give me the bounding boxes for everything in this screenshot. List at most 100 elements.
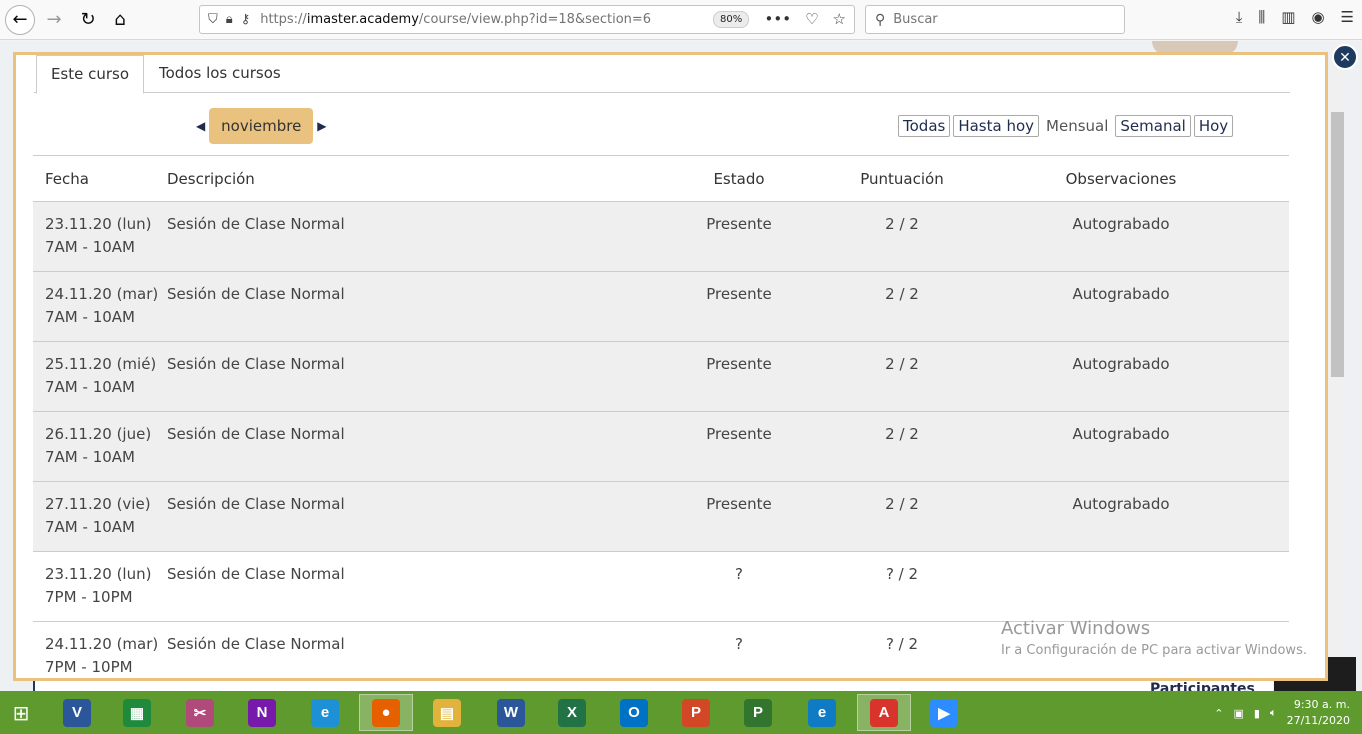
home-button[interactable]: ⌂ (105, 5, 135, 35)
forward-button[interactable]: → (39, 5, 69, 35)
prev-month-icon[interactable]: ◀ (196, 119, 205, 133)
taskbar-app-pdf-reader[interactable]: A (857, 694, 911, 731)
row-score: 2 / 2 (885, 425, 919, 443)
search-bar[interactable]: ⚲ Buscar (865, 5, 1125, 34)
table-row: 25.11.20 (mié) 7AM - 10AM Sesión de Clase … (33, 342, 1289, 412)
table-row: 23.11.20 (lun) 7PM - 10PM Sesión de Clase … (33, 552, 1289, 622)
taskbar-app-onenote[interactable]: N (235, 694, 289, 731)
pocket-icon[interactable]: ♡ (805, 10, 818, 28)
attendance-table: Fecha Descripción Estado Puntuación Obse… (33, 155, 1289, 678)
row-status: Presente (706, 285, 772, 303)
table-body: 23.11.20 (lun) 7AM - 10AM Sesión de Clase … (33, 202, 1289, 678)
url-text: https://imaster.academy/course/view.php?… (260, 12, 652, 27)
view-until-today-button[interactable]: Hasta hoy (953, 115, 1040, 137)
search-icon: ⚲ (875, 11, 886, 28)
view-all-button[interactable]: Todas (898, 115, 951, 137)
row-notes: Autograbado (1072, 285, 1170, 303)
time-range: 7AM - 10AM (45, 238, 135, 256)
date-text: 26.11.20 (jue) (45, 425, 152, 443)
date-text: 27.11.20 (vie) (45, 495, 151, 513)
table-header: Fecha Descripción Estado Puntuación Obse… (33, 155, 1289, 202)
bookmark-star-icon[interactable]: ☆ (833, 10, 846, 28)
row-score: 2 / 2 (885, 495, 919, 513)
row-status: Presente (706, 215, 772, 233)
url-bar[interactable]: ⛉ 🔒︎ ⚷ https://imaster.academy/course/vi… (199, 5, 855, 34)
row-description: Sesión de Clase Normal (167, 355, 345, 373)
visio-icon: V (63, 698, 91, 727)
clock-time: 9:30 a. m. (1293, 698, 1350, 711)
taskbar-app-paint[interactable]: ✂ (173, 694, 227, 731)
next-month-icon[interactable]: ▶ (317, 119, 326, 133)
row-status: ? (735, 565, 743, 583)
row-notes: Autograbado (1072, 215, 1170, 233)
table-row: 24.11.20 (mar) 7AM - 10AM Sesión de Clase … (33, 272, 1289, 342)
zoom-level-badge[interactable]: 80% (713, 11, 750, 28)
view-filter: Todas Hasta hoy Mensual Semanal Hoy (898, 115, 1234, 137)
header-score: Puntuación (860, 170, 944, 188)
row-description: Sesión de Clase Normal (167, 635, 345, 653)
taskbar-app-word[interactable]: W (484, 694, 538, 731)
taskbar-app-edge[interactable]: e (795, 694, 849, 731)
row-description: Sesión de Clase Normal (167, 495, 345, 513)
month-navigation: ◀ noviembre ▶ (196, 108, 326, 144)
row-description: Sesión de Clase Normal (167, 425, 345, 443)
account-icon[interactable]: ◉ (1311, 8, 1324, 26)
tray-chevron-icon[interactable]: ⌃ (1214, 707, 1223, 720)
taskbar-app-project[interactable]: P (731, 694, 785, 731)
back-button[interactable]: ← (5, 4, 35, 35)
page-content-behind (33, 681, 1273, 691)
header-notes: Observaciones (1065, 170, 1177, 188)
activation-watermark: Activar Windows Ir a Configuración de PC… (1001, 618, 1307, 658)
edge-icon: e (808, 698, 836, 727)
tab-all-courses[interactable]: Todos los cursos (159, 55, 281, 94)
reload-button[interactable]: ↻ (73, 5, 103, 35)
taskbar-app-file-explorer[interactable]: ▤ (420, 694, 474, 731)
more-actions-icon[interactable]: ••• (765, 10, 792, 28)
volume-icon[interactable]: 🔈︎ (1270, 706, 1277, 720)
outlook-icon: O (620, 698, 648, 727)
taskbar-app-powerpoint[interactable]: P (669, 694, 723, 731)
reload-icon: ↻ (80, 9, 96, 30)
date-text: 23.11.20 (lun) (45, 215, 152, 233)
battery-icon[interactable]: ▮ (1254, 707, 1260, 720)
row-date: 25.11.20 (mié) 7AM - 10AM (45, 353, 156, 399)
month-button[interactable]: noviembre (209, 108, 314, 144)
scrollbar-thumb[interactable] (1331, 112, 1344, 377)
project-icon: P (744, 698, 772, 727)
taskbar-app-zoom[interactable]: ▶ (917, 694, 971, 731)
date-text: 25.11.20 (mié) (45, 355, 157, 373)
date-text: 24.11.20 (mar) (45, 635, 159, 653)
excel-icon: X (558, 698, 586, 727)
watermark-title: Activar Windows (1001, 618, 1151, 639)
clock[interactable]: 9:30 a. m. 27/11/2020 (1287, 697, 1350, 729)
date-text: 23.11.20 (lun) (45, 565, 152, 583)
row-notes: Autograbado (1072, 425, 1170, 443)
time-range: 7AM - 10AM (45, 448, 135, 466)
windows-start-icon[interactable]: ⊞ (0, 691, 42, 734)
download-icon[interactable]: ⤓ (1236, 8, 1243, 26)
time-range: 7AM - 10AM (45, 518, 135, 536)
taskbar-app-excel[interactable]: X (545, 694, 599, 731)
close-icon[interactable]: ✕ (1332, 44, 1358, 70)
header-date: Fecha (45, 170, 89, 188)
network-icon[interactable]: ▣ (1234, 707, 1244, 720)
taskbar-app-outlook[interactable]: O (607, 694, 661, 731)
table-row: 26.11.20 (jue) 7AM - 10AM Sesión de Clase … (33, 412, 1289, 482)
sidebar-icon[interactable]: ▥ (1281, 8, 1295, 26)
tab-this-course[interactable]: Este curso (36, 55, 144, 94)
taskbar-app-visio[interactable]: V (50, 694, 104, 731)
pdf-reader-icon: A (870, 698, 898, 727)
browser-toolbar: ← → ↻ ⌂ ⛉ 🔒︎ ⚷ https://imaster.academy/c… (0, 0, 1362, 40)
row-date: 27.11.20 (vie) 7AM - 10AM (45, 493, 151, 539)
library-icon[interactable]: ⫼ (1258, 8, 1265, 26)
view-today-button[interactable]: Hoy (1193, 115, 1234, 137)
row-description: Sesión de Clase Normal (167, 215, 345, 233)
time-range: 7AM - 10AM (45, 378, 135, 396)
date-text: 24.11.20 (mar) (45, 285, 159, 303)
header-description: Descripción (167, 170, 255, 188)
view-weekly-button[interactable]: Semanal (1115, 115, 1191, 137)
taskbar-app-internet-explorer[interactable]: e (298, 694, 352, 731)
taskbar-app-firefox[interactable]: ● (359, 694, 413, 731)
taskbar-app-store[interactable]: ▦ (110, 694, 164, 731)
menu-icon[interactable]: ☰ (1341, 8, 1354, 26)
